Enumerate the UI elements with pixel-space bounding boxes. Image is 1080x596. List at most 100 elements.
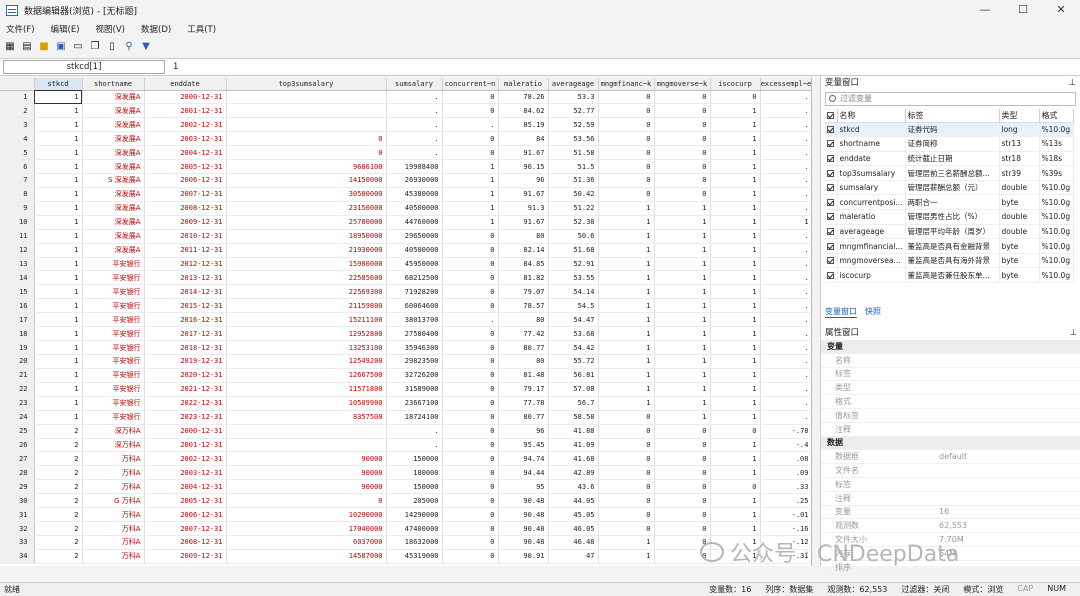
- table-cell[interactable]: 1: [654, 368, 711, 383]
- table-cell[interactable]: 0: [442, 479, 499, 495]
- row-number[interactable]: 26: [0, 438, 35, 453]
- var-header-name[interactable]: 名称: [837, 109, 906, 123]
- table-cell[interactable]: .: [760, 187, 811, 202]
- variable-checkbox-cell[interactable]: [825, 136, 838, 152]
- table-cell[interactable]: 95.45: [498, 438, 549, 453]
- column-header-excessemple[interactable]: excessempl~e: [760, 78, 811, 91]
- table-cell[interactable]: 150000: [386, 451, 443, 467]
- table-cell[interactable]: 0: [442, 424, 499, 439]
- table-cell[interactable]: 平安银行: [82, 410, 145, 425]
- table-cell[interactable]: 1: [710, 243, 761, 258]
- variable-row[interactable]: sumsalary 管理层薪酬总额（元） double %10.0g: [825, 180, 1074, 196]
- table-cell[interactable]: 1: [710, 354, 761, 369]
- table-cell[interactable]: 1: [710, 312, 761, 328]
- table-cell[interactable]: 205000: [386, 493, 443, 509]
- variable-checkbox-cell[interactable]: [825, 165, 838, 181]
- table-cell[interactable]: 0: [598, 117, 655, 133]
- table-cell[interactable]: 0: [598, 465, 655, 481]
- variable-checkbox-cell[interactable]: [825, 267, 838, 284]
- table-cell[interactable]: 1: [654, 215, 711, 230]
- table-cell[interactable]: 1: [34, 117, 83, 133]
- table-cell[interactable]: 45950000: [386, 257, 443, 272]
- table-cell[interactable]: 55.72: [548, 354, 599, 369]
- table-cell[interactable]: 1: [34, 410, 83, 425]
- table-cell[interactable]: 45380000: [386, 187, 443, 202]
- table-cell[interactable]: 84.62: [498, 103, 549, 119]
- table-cell[interactable]: 0: [710, 424, 761, 439]
- table-cell[interactable]: 0: [442, 145, 499, 161]
- table-cell[interactable]: 0: [442, 438, 499, 453]
- variable-row[interactable]: mngmoversea... 董监高是否具有海外背景 byte %10.0g: [825, 253, 1074, 269]
- table-cell[interactable]: 21930000: [226, 243, 387, 258]
- table-cell[interactable]: .25: [760, 493, 811, 509]
- table-cell[interactable]: 14290000: [386, 507, 443, 523]
- table-cell[interactable]: 0: [442, 382, 499, 397]
- table-cell[interactable]: 1: [598, 368, 655, 383]
- row-number[interactable]: 4: [0, 131, 35, 147]
- table-cell[interactable]: 0: [598, 103, 655, 119]
- table-cell[interactable]: 1: [34, 173, 83, 188]
- table-cell[interactable]: 0: [654, 451, 711, 467]
- variable-visible-checkbox[interactable]: [827, 257, 834, 265]
- table-cell[interactable]: .: [760, 257, 811, 272]
- variable-visible-checkbox[interactable]: [827, 125, 834, 133]
- table-cell[interactable]: 54.14: [548, 284, 599, 300]
- row-number[interactable]: 5: [0, 145, 35, 161]
- row-number[interactable]: 23: [0, 396, 35, 411]
- table-cell[interactable]: 1: [710, 465, 761, 481]
- table-cell[interactable]: 1: [598, 243, 655, 258]
- table-cell[interactable]: .: [760, 201, 811, 216]
- table-cell[interactable]: 万科A: [82, 465, 145, 481]
- table-cell[interactable]: 80.77: [498, 410, 549, 425]
- table-cell[interactable]: 2000-12-31: [144, 90, 227, 105]
- variable-row[interactable]: maleratio 管理层男性占比（%） double %10.0g: [825, 209, 1074, 225]
- table-cell[interactable]: 77.42: [498, 326, 549, 342]
- filter-icon[interactable]: ▼: [140, 41, 152, 52]
- table-cell[interactable]: .: [760, 298, 811, 314]
- table-cell[interactable]: 14150000: [226, 173, 387, 188]
- table-cell[interactable]: 2: [34, 507, 83, 523]
- variable-visible-checkbox[interactable]: [827, 198, 834, 206]
- table-cell[interactable]: 1: [598, 354, 655, 369]
- variable-visible-checkbox[interactable]: [827, 169, 834, 177]
- table-cell[interactable]: 万科A: [82, 535, 145, 550]
- table-cell[interactable]: 42.89: [548, 465, 599, 481]
- table-cell[interactable]: -.78: [760, 424, 811, 439]
- table-cell[interactable]: 2013-12-31: [144, 270, 227, 286]
- table-cell[interactable]: 54.42: [548, 340, 599, 356]
- table-cell[interactable]: 2006-12-31: [144, 507, 227, 523]
- table-cell[interactable]: .: [386, 117, 443, 133]
- table-cell[interactable]: 2011-12-31: [144, 243, 227, 258]
- table-cell[interactable]: 29650000: [386, 229, 443, 244]
- table-cell[interactable]: 1: [654, 201, 711, 216]
- table-cell[interactable]: 53.55: [548, 270, 599, 286]
- table-cell[interactable]: 深发展A: [82, 90, 145, 105]
- table-cell[interactable]: .: [760, 117, 811, 133]
- column-header-concurrentn[interactable]: concurrent~n: [442, 78, 499, 91]
- table-cell[interactable]: 1: [598, 340, 655, 356]
- table-cell[interactable]: 平安银行: [82, 312, 145, 328]
- table-cell[interactable]: 1: [34, 229, 83, 244]
- table-cell[interactable]: 21159800: [226, 298, 387, 314]
- table-cell[interactable]: 0: [442, 354, 499, 369]
- table-cell[interactable]: 1: [34, 159, 83, 175]
- table-cell[interactable]: 90.48: [498, 535, 549, 550]
- table-cell[interactable]: 0: [442, 507, 499, 523]
- variable-checkbox-cell[interactable]: [825, 194, 838, 211]
- table-cell[interactable]: 52.77: [548, 103, 599, 119]
- filter-variables-input[interactable]: 过滤变量: [825, 92, 1076, 106]
- table-cell[interactable]: 0: [598, 507, 655, 523]
- table-cell[interactable]: 53.68: [548, 326, 599, 342]
- table-cell[interactable]: 1: [760, 215, 811, 230]
- table-cell[interactable]: 9686100: [226, 159, 387, 175]
- table-cell[interactable]: 2005-12-31: [144, 493, 227, 509]
- table-cell[interactable]: 90000: [226, 451, 387, 467]
- table-cell[interactable]: 32726200: [386, 368, 443, 383]
- row-number[interactable]: 9: [0, 201, 35, 216]
- table-cell[interactable]: 1: [710, 270, 761, 286]
- column-header-stkcd[interactable]: stkcd: [34, 78, 83, 91]
- row-number[interactable]: 25: [0, 424, 35, 439]
- row-number[interactable]: 18: [0, 326, 35, 342]
- table-cell[interactable]: 0: [442, 257, 499, 272]
- variable-visible-checkbox[interactable]: [827, 242, 834, 250]
